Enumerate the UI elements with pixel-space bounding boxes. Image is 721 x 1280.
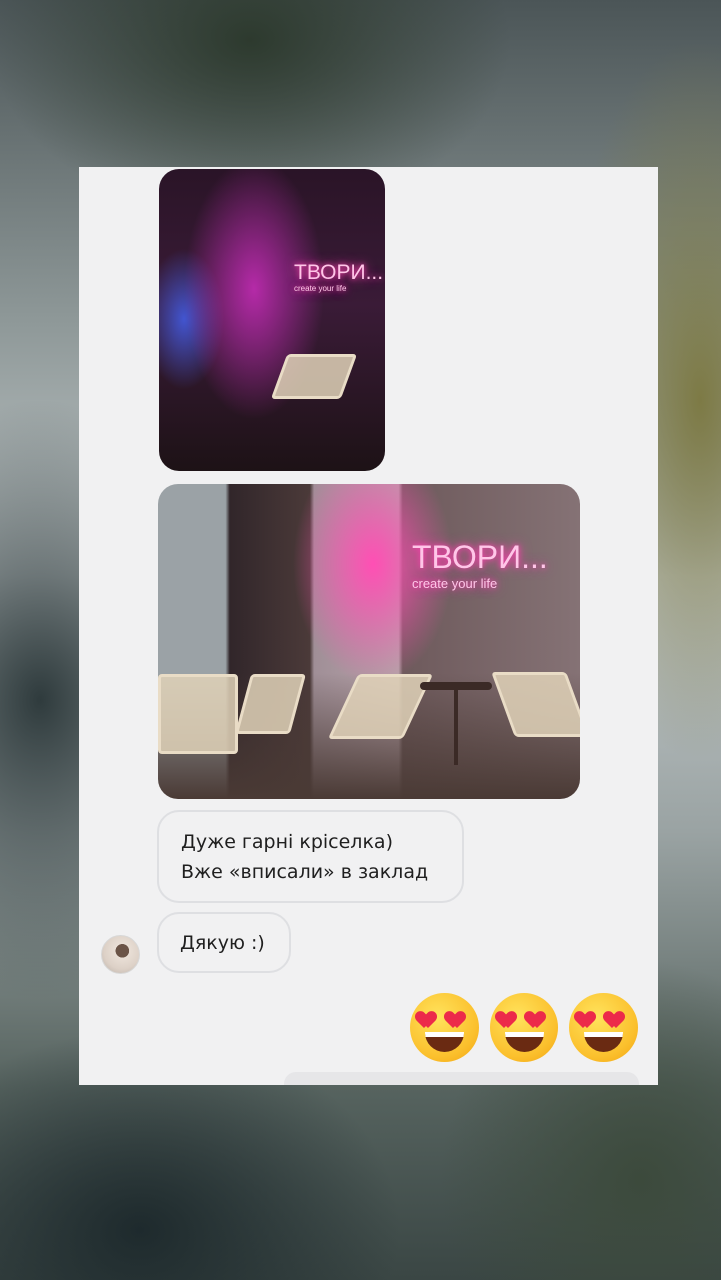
neon-sign-subtitle: create your life (412, 576, 498, 591)
neon-sign-title: ТВОРИ... (294, 261, 384, 284)
message-line: Дякую :) (180, 932, 265, 954)
message-bubble[interactable]: Дуже гарні кріселка) Вже «вписали» в зак… (157, 810, 464, 903)
message-line: Дуже гарні кріселка) (181, 831, 393, 853)
chat-screenshot-card: ТВОРИ... create your life ТВОРИ... creat… (79, 167, 658, 1085)
neon-sign-title: ТВОРИ... (412, 539, 548, 575)
chair (327, 674, 434, 739)
neon-sign-subtitle: create your life (294, 284, 347, 293)
message-input-edge (284, 1072, 639, 1085)
message-bubble[interactable]: Дякую :) (157, 912, 291, 973)
chair (158, 674, 238, 754)
emoji-reaction-row[interactable] (410, 993, 639, 1063)
chair (270, 354, 358, 399)
heart-eyes-emoji-icon (569, 993, 639, 1062)
cafe-table-leg (454, 690, 458, 765)
avatar[interactable] (101, 935, 140, 974)
heart-eyes-emoji-icon (410, 993, 479, 1062)
cafe-table (420, 682, 492, 690)
chair (491, 672, 580, 737)
heart-eyes-emoji-icon (489, 993, 559, 1062)
chair (234, 674, 307, 734)
message-line: Вже «вписали» в заклад (181, 861, 429, 883)
shared-photo-2[interactable]: ТВОРИ... create your life (158, 484, 580, 799)
shared-photo-1[interactable]: ТВОРИ... create your life (159, 169, 385, 471)
